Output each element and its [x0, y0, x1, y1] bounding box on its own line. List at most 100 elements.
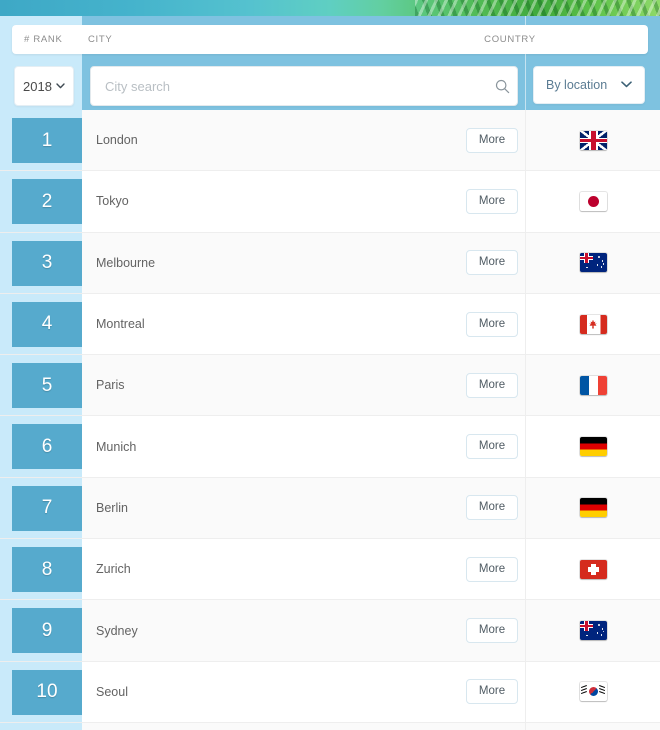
more-button[interactable]: More	[466, 311, 518, 337]
table-row[interactable]: 2 Tokyo More	[0, 171, 660, 233]
flag-kr-icon	[579, 682, 607, 702]
table-row[interactable]: 9 Sydney More	[0, 600, 660, 662]
trigram-bar	[598, 691, 606, 695]
country-cell	[525, 416, 660, 477]
flag-au-icon	[579, 253, 607, 273]
more-cell: More	[466, 416, 518, 476]
rank-cell: 9	[0, 600, 82, 661]
search-icon[interactable]	[487, 67, 517, 105]
city-name: Sydney	[96, 623, 138, 638]
table-row[interactable]: 6 Munich More	[0, 416, 660, 478]
rank-badge: 1	[12, 118, 82, 163]
table-row[interactable]: 3 Melbourne More	[0, 232, 660, 294]
flag-ca-icon	[579, 314, 607, 334]
flag-star	[602, 631, 604, 633]
table-row[interactable]: 4 Montreal More	[0, 293, 660, 356]
flag-star	[596, 264, 599, 266]
flag-star	[602, 263, 604, 265]
search-input[interactable]	[91, 78, 487, 94]
rank-cell: 10	[0, 661, 82, 722]
more-button[interactable]: More	[466, 679, 518, 705]
chevron-down-glyph	[621, 80, 632, 87]
more-cell: More	[466, 478, 518, 538]
country-cell	[525, 110, 660, 171]
country-cell	[525, 293, 660, 355]
rank-cell: 7	[0, 477, 82, 539]
location-sort-value: By location	[546, 78, 608, 92]
column-header-city: CITY	[88, 34, 113, 45]
rank-badge: 4	[12, 301, 82, 347]
more-button[interactable]: More	[466, 556, 518, 582]
flag-star	[601, 628, 604, 630]
year-select[interactable]: 2018	[14, 66, 74, 106]
flag-au-icon	[579, 621, 607, 641]
trigram-bar	[580, 691, 588, 695]
table-row[interactable]	[0, 722, 660, 730]
rank-badge: 9	[12, 608, 82, 654]
table-row[interactable]: 10 Seoul More	[0, 661, 660, 723]
rank-cell: 1	[0, 110, 82, 171]
more-button[interactable]: More	[466, 618, 518, 644]
location-sort-select[interactable]: By location	[533, 66, 645, 104]
table-row[interactable]: 8 Zurich More	[0, 539, 660, 601]
more-button[interactable]: More	[466, 127, 518, 153]
flag-gb-icon	[579, 130, 607, 150]
search-box[interactable]	[90, 66, 518, 106]
city-name: London	[96, 133, 138, 148]
table-row[interactable]: 5 Paris More	[0, 355, 660, 417]
more-button[interactable]: More	[466, 188, 518, 214]
city-name: Melbourne	[96, 255, 156, 270]
country-cell	[525, 171, 660, 232]
table-row[interactable]: 1 London More	[0, 110, 660, 172]
city-name: Seoul	[96, 684, 128, 699]
rank-badge: 2	[12, 179, 82, 225]
flag-fr-icon	[579, 375, 607, 395]
flag-de-icon	[579, 437, 607, 457]
rank-badge: 6	[12, 424, 82, 470]
more-cell: More	[466, 600, 518, 660]
flag-star	[600, 266, 603, 268]
more-button[interactable]: More	[466, 495, 518, 521]
flag-star	[600, 634, 603, 636]
country-cell	[525, 722, 660, 730]
rank-badge: 10	[12, 669, 82, 715]
photo-banner-strip	[0, 0, 660, 16]
city-name: Zurich	[96, 562, 131, 577]
rank-badge: 8	[12, 547, 82, 593]
rank-cell: 4	[0, 293, 82, 355]
rank-cell: 3	[0, 232, 82, 293]
flag-star	[596, 632, 599, 634]
rank-badge: 5	[12, 363, 82, 409]
column-header-rank: # RANK	[24, 34, 63, 45]
city-ranking-list: 1 London More 2 Tokyo More 3 Melbourne More 4 Mont…	[0, 110, 660, 730]
city-ranking-table-page: # RANK CITY COUNTRY 2018 By location	[0, 0, 660, 730]
city-name: Tokyo	[96, 194, 129, 209]
country-cell	[525, 477, 660, 539]
banner-foliage-overlay	[415, 0, 660, 16]
more-button[interactable]: More	[466, 434, 518, 460]
column-header-bar: # RANK CITY COUNTRY	[12, 25, 648, 54]
country-cell	[525, 661, 660, 722]
country-cell	[525, 232, 660, 293]
rank-cell: 2	[0, 171, 82, 232]
filter-bar: 2018 By location	[0, 64, 660, 106]
flag-de-icon	[579, 498, 607, 518]
table-row[interactable]: 7 Berlin More	[0, 477, 660, 540]
country-cell	[525, 355, 660, 416]
city-name: Berlin	[96, 500, 128, 515]
country-cell	[525, 539, 660, 600]
rank-badge: 7	[12, 485, 82, 531]
city-name: Paris	[96, 378, 125, 393]
more-cell: More	[466, 294, 518, 354]
more-button[interactable]: More	[466, 372, 518, 398]
rank-cell: 6	[0, 416, 82, 477]
flag-jp-icon	[579, 191, 607, 211]
more-button[interactable]: More	[466, 250, 518, 276]
flag-star	[597, 256, 600, 259]
more-cell: More	[466, 662, 518, 722]
chevron-down-glyph	[56, 83, 65, 89]
search-glyph	[495, 79, 509, 93]
more-cell: More	[466, 539, 518, 599]
rank-cell: 8	[0, 539, 82, 600]
year-select-value: 2018	[23, 78, 52, 94]
